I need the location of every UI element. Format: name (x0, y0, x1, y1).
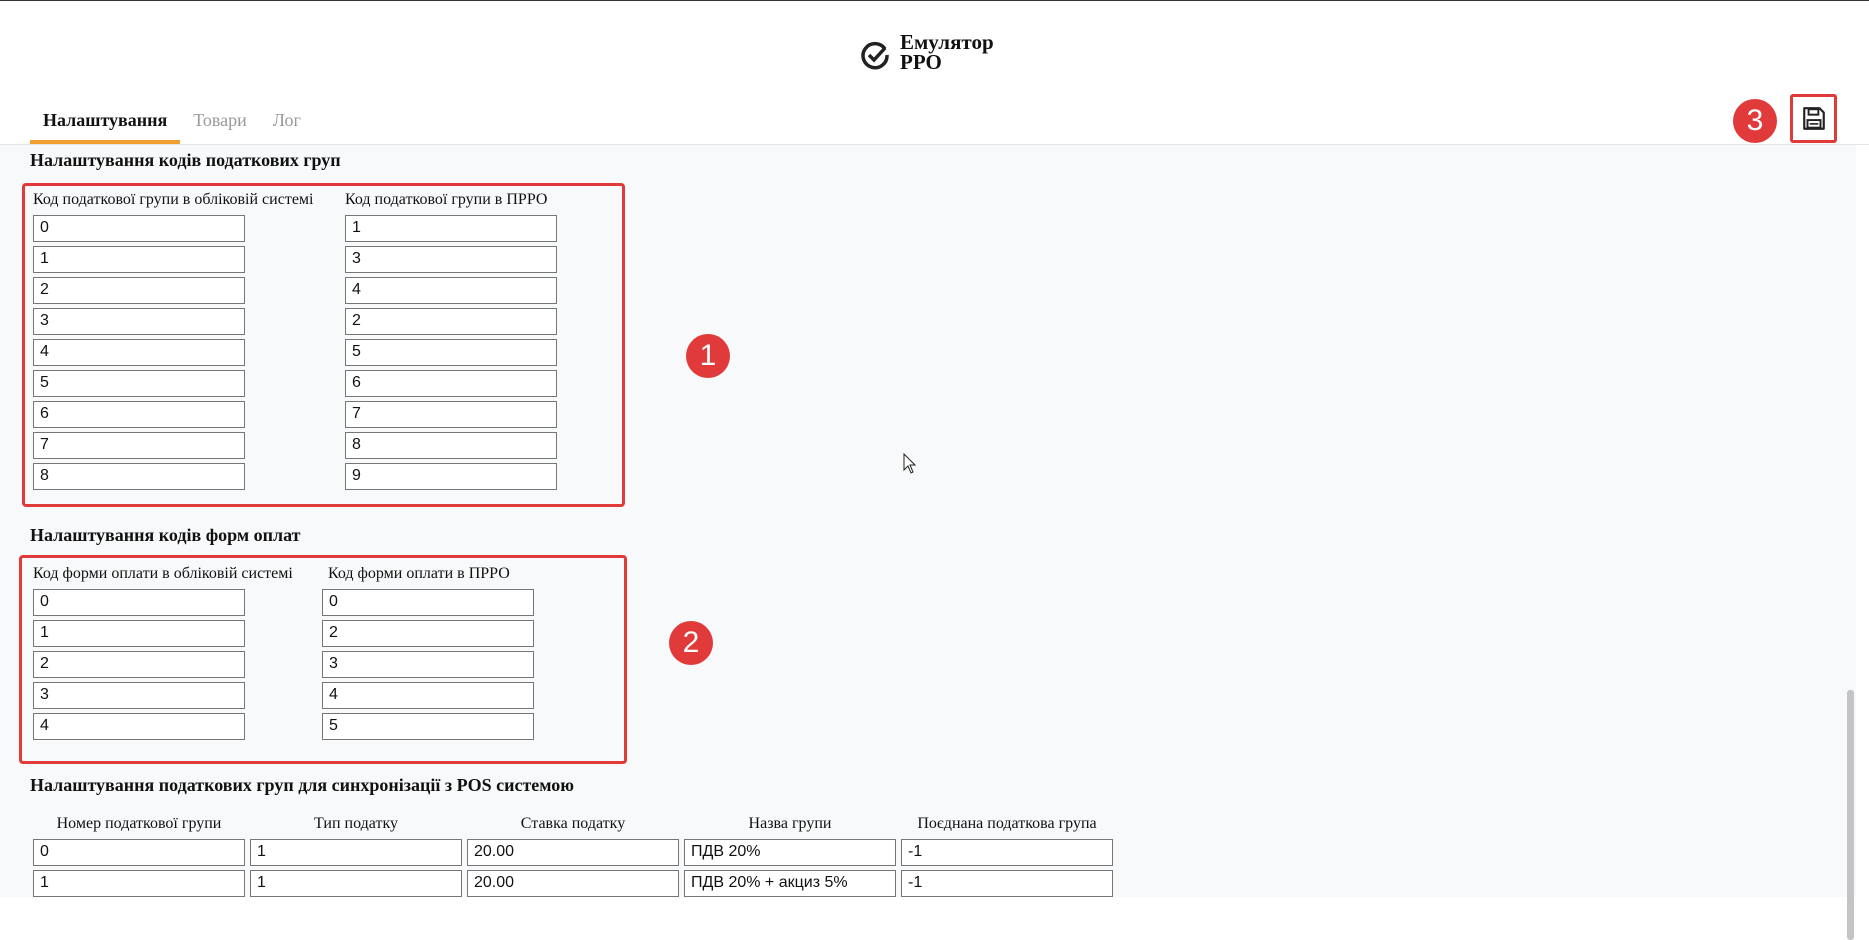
tax-group-prro-code-field[interactable]: 7 (345, 401, 557, 428)
tax-groups-title: Налаштування кодів податкових груп (30, 150, 341, 170)
pos-header-tax-type: Тип податку (314, 815, 398, 832)
pos-group-number-field[interactable]: 1 (33, 870, 245, 897)
pos-header-tax-rate: Ставка податку (520, 815, 626, 832)
payments-col2-label: Код форми оплати в ПРРО (328, 565, 510, 582)
pos-combined-group-field[interactable]: -1 (901, 839, 1113, 866)
tab-bar: Налаштування Товари Лог (30, 104, 314, 144)
pos-tax-rate-field[interactable]: 20.00 (467, 839, 679, 866)
payment-account-code-field[interactable]: 4 (33, 713, 245, 740)
payment-prro-code-field[interactable]: 0 (322, 589, 534, 616)
pos-group-name-field[interactable]: ПДВ 20% (684, 839, 896, 866)
app-title-line1: Емулятор (900, 30, 994, 54)
pos-group-number-field[interactable]: 0 (33, 839, 245, 866)
save-button[interactable] (1790, 94, 1837, 143)
pos-combined-group-field[interactable]: -1 (901, 870, 1113, 897)
tax-groups-col2-label: Код податкової групи в ПРРО (345, 191, 548, 208)
tax-group-account-code-field[interactable]: 4 (33, 339, 245, 366)
payment-account-code-field[interactable]: 0 (33, 589, 245, 616)
pos-header-group-number: Номер податкової групи (56, 815, 222, 832)
pos-header-group-name: Назва групи (748, 815, 832, 832)
payment-account-code-field[interactable]: 2 (33, 651, 245, 678)
pos-tax-type-field[interactable]: 1 (250, 839, 462, 866)
payment-prro-code-field[interactable]: 4 (322, 682, 534, 709)
tax-group-account-code-field[interactable]: 6 (33, 401, 245, 428)
tab-products[interactable]: Товари (180, 104, 260, 144)
tax-group-prro-code-field[interactable]: 9 (345, 463, 557, 490)
mouse-cursor-icon (903, 453, 917, 474)
payments-title: Налаштування кодів форм оплат (30, 525, 301, 545)
tax-group-account-code-field[interactable]: 1 (33, 246, 245, 273)
floppy-disk-icon (1802, 106, 1825, 130)
tax-group-prro-code-field[interactable]: 4 (345, 277, 557, 304)
tax-group-account-code-field[interactable]: 2 (33, 277, 245, 304)
tax-group-prro-code-field[interactable]: 8 (345, 432, 557, 459)
tax-group-prro-code-field[interactable]: 6 (345, 370, 557, 397)
tax-group-prro-code-field[interactable]: 5 (345, 339, 557, 366)
pos-tax-rate-field[interactable]: 20.00 (467, 870, 679, 897)
window-top-border (0, 0, 1869, 1)
tax-groups-col1-label: Код податкової групи в обліковій системі (33, 191, 314, 208)
app-logo: Емулятор РРО (860, 30, 994, 74)
pos-sync-title: Налаштування податкових груп для синхрон… (30, 775, 575, 795)
payment-account-code-field[interactable]: 1 (33, 620, 245, 647)
tax-group-account-code-field[interactable]: 3 (33, 308, 245, 335)
tab-settings[interactable]: Налаштування (30, 104, 181, 144)
tax-group-prro-code-field[interactable]: 1 (345, 215, 557, 242)
tax-group-account-code-field[interactable]: 7 (33, 432, 245, 459)
pos-header-combined-group: Поєднана податкова група (917, 815, 1097, 832)
app-title-line2: РРО (900, 50, 942, 74)
tax-group-prro-code-field[interactable]: 3 (345, 246, 557, 273)
tax-group-account-code-field[interactable]: 8 (33, 463, 245, 490)
pos-group-name-field[interactable]: ПДВ 20% + акциз 5% (684, 870, 896, 897)
vertical-scrollbar[interactable] (1847, 690, 1854, 940)
payment-prro-code-field[interactable]: 5 (322, 713, 534, 740)
annotation-badge-1: 1 (686, 334, 730, 378)
check-circle-icon (861, 41, 889, 70)
tax-group-account-code-field[interactable]: 0 (33, 215, 245, 242)
annotation-badge-2: 2 (669, 621, 713, 665)
payment-account-code-field[interactable]: 3 (33, 682, 245, 709)
pos-tax-type-field[interactable]: 1 (250, 870, 462, 897)
payment-prro-code-field[interactable]: 2 (322, 620, 534, 647)
payments-col1-label: Код форми оплати в обліковій системі (33, 565, 293, 582)
annotation-badge-3: 3 (1733, 99, 1777, 143)
tax-group-account-code-field[interactable]: 5 (33, 370, 245, 397)
tab-log[interactable]: Лог (260, 104, 314, 144)
app-title: Емулятор РРО (900, 30, 994, 74)
tax-group-prro-code-field[interactable]: 2 (345, 308, 557, 335)
payment-prro-code-field[interactable]: 3 (322, 651, 534, 678)
